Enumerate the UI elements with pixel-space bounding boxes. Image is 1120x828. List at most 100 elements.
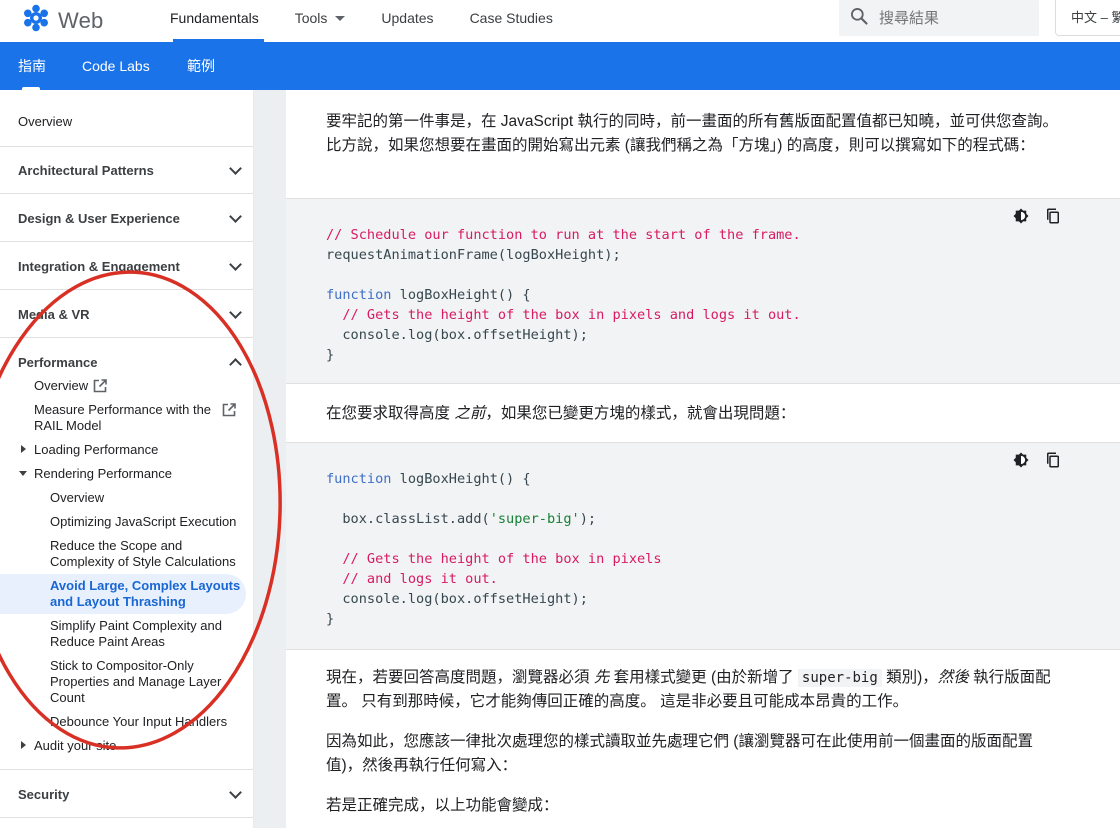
sidebar: Overview Architectural Patterns Design &… — [0, 90, 254, 828]
sidebar-item-label: Stick to Compositor-Only — [50, 658, 194, 673]
nav-tools[interactable]: Tools — [295, 0, 346, 42]
top-app-bar: Web Fundamentals Tools Updates Case Stud… — [0, 0, 1120, 42]
emphasis: 先 — [593, 669, 610, 686]
chevron-down-icon — [229, 258, 242, 271]
paragraph-4: 因為如此，您應該一律批次處理您的樣式讀取並先處理它們 (讓瀏覽器可在此使用前一個… — [326, 733, 1033, 774]
sidebar-section-label: Security — [18, 787, 70, 802]
sidebar-item-compositor[interactable]: Stick to Compositor-Only Properties and … — [50, 658, 221, 706]
code-listing-1: // Schedule our function to run at the s… — [326, 225, 801, 365]
code-comment: // Schedule our function to run at the s… — [326, 227, 801, 243]
sidebar-section-media-vr[interactable]: Media & VR — [0, 306, 253, 322]
search-input[interactable] — [879, 9, 1029, 27]
chevron-down-icon — [229, 786, 242, 799]
sidebar-section-architectural-patterns[interactable]: Architectural Patterns — [0, 162, 253, 178]
expand-arrow-icon[interactable] — [21, 445, 26, 453]
code-comment: // Gets the height of the box in pixels — [326, 551, 662, 567]
divider — [0, 289, 253, 290]
text: 類別)， — [881, 669, 938, 686]
code-line: logBoxHeight() { — [391, 287, 531, 303]
copy-icon[interactable] — [1044, 451, 1062, 474]
sidebar-item-overview[interactable]: Overview — [0, 114, 253, 129]
sub-nav: 指南 Code Labs 範例 — [0, 42, 1120, 90]
code-line: } — [326, 347, 335, 363]
sidebar-item-optimizing-js[interactable]: Optimizing JavaScript Execution — [50, 514, 236, 530]
sidebar-item-label: Avoid Large, Complex Layouts — [50, 578, 241, 593]
sidebar-item-label: Count — [50, 690, 85, 705]
sidebar-item-rendering-overview[interactable]: Overview — [50, 490, 104, 506]
sidebar-item-paint-complexity[interactable]: Simplify Paint Complexity and Reduce Pai… — [50, 618, 222, 650]
code-line: requestAnimationFrame(logBoxHeight); — [326, 247, 621, 263]
code-actions — [1012, 207, 1062, 230]
sidebar-item-audit[interactable]: Audit your site — [34, 738, 116, 754]
sidebar-item-rail[interactable]: Measure Performance with the RAIL Model — [34, 402, 219, 434]
theme-toggle-icon[interactable] — [1012, 207, 1030, 230]
sidebar-item-label: Overview — [34, 378, 89, 393]
sidebar-item-rendering-performance[interactable]: Rendering Performance — [34, 466, 172, 482]
divider — [0, 337, 253, 338]
article-content: 要牢記的第一件事是，在 JavaScript 執行的同時，前一畫面的所有舊版面配… — [286, 90, 1120, 828]
paragraph-5: 若是正確完成，以上功能會變成： — [326, 797, 559, 814]
expand-arrow-icon[interactable] — [21, 741, 26, 749]
sidebar-section-label: Architectural Patterns — [18, 163, 154, 178]
sidebar-item-avoid-layouts[interactable]: Avoid Large, Complex Layouts and Layout … — [50, 578, 240, 610]
sidebar-section-integration[interactable]: Integration & Engagement — [0, 258, 253, 274]
sidebar-item-debounce[interactable]: Debounce Your Input Handlers — [50, 714, 227, 730]
theme-toggle-icon[interactable] — [1012, 451, 1030, 474]
sidebar-section-performance[interactable]: Performance — [0, 355, 253, 371]
logo-icon — [22, 4, 50, 37]
external-link-icon — [93, 379, 107, 393]
nav-fundamentals[interactable]: Fundamentals — [170, 0, 264, 42]
sidebar-section-design-ux[interactable]: Design & User Experience — [0, 210, 253, 226]
site-logo[interactable]: Web — [22, 4, 103, 37]
emphasis: 然後 — [937, 669, 969, 686]
sidebar-item-style-calculations[interactable]: Reduce the Scope and Complexity of Style… — [50, 538, 236, 570]
code-comment: // and logs it out. — [326, 571, 498, 587]
text: 套用樣式變更 (由於新增了 — [609, 669, 798, 686]
divider — [0, 817, 253, 818]
nav-updates[interactable]: Updates — [381, 0, 433, 42]
divider — [0, 241, 253, 242]
code-comment: // Gets the height of the box in pixels … — [326, 307, 801, 323]
text: 在您要求取得高度 — [326, 405, 455, 422]
sidebar-item-label: Complexity of Style Calculations — [50, 554, 236, 569]
chevron-up-icon — [229, 358, 242, 371]
tab-guides[interactable]: 指南 — [18, 42, 46, 90]
tab-code-labs[interactable]: Code Labs — [82, 42, 150, 90]
sidebar-item-label: Reduce Paint Areas — [50, 634, 165, 649]
inline-code: super-big — [797, 669, 882, 687]
sidebar-item-label: RAIL Model — [34, 418, 102, 433]
sidebar-section-label: Media & VR — [18, 307, 90, 322]
emphasis: 之前 — [454, 405, 486, 422]
language-select[interactable]: 中文 – 繁 — [1055, 0, 1120, 36]
external-link-icon — [222, 403, 236, 417]
sidebar-item-loading-performance[interactable]: Loading Performance — [34, 442, 158, 458]
divider — [0, 146, 253, 147]
content-gutter — [254, 90, 286, 828]
sidebar-item-perf-overview[interactable]: Overview — [34, 378, 88, 394]
code-line: console.log(box.offsetHeight); — [326, 327, 588, 343]
sidebar-item-label: Simplify Paint Complexity and — [50, 618, 222, 633]
code-line: } — [326, 611, 335, 627]
copy-icon[interactable] — [1044, 207, 1062, 230]
sidebar-section-security[interactable]: Security — [0, 786, 253, 802]
top-nav: Fundamentals Tools Updates Case Studies — [170, 0, 589, 42]
code-actions — [1012, 451, 1062, 474]
code-line: box.classList.add( — [326, 511, 490, 527]
chevron-down-icon — [229, 210, 242, 223]
tab-samples[interactable]: 範例 — [187, 42, 215, 90]
nav-case-studies[interactable]: Case Studies — [470, 0, 553, 42]
sidebar-section-label: Design & User Experience — [18, 211, 180, 226]
divider — [0, 769, 253, 770]
collapse-arrow-icon[interactable] — [19, 471, 27, 476]
search-icon — [849, 6, 869, 31]
sidebar-section-label: Performance — [18, 355, 98, 370]
code-listing-2: function logBoxHeight() { box.classList.… — [326, 469, 662, 629]
search-box[interactable] — [839, 0, 1039, 36]
paragraph-2: 在您要求取得高度 之前，如果您已變更方塊的樣式，就會出現問題： — [326, 402, 1061, 426]
sidebar-item-label: Properties and Manage Layer — [50, 674, 222, 689]
code-keyword: function — [326, 287, 392, 303]
code-line: ); — [579, 511, 597, 527]
caret-down-icon — [335, 16, 346, 21]
code-keyword: function — [326, 471, 392, 487]
code-line: console.log(box.offsetHeight); — [326, 591, 588, 607]
